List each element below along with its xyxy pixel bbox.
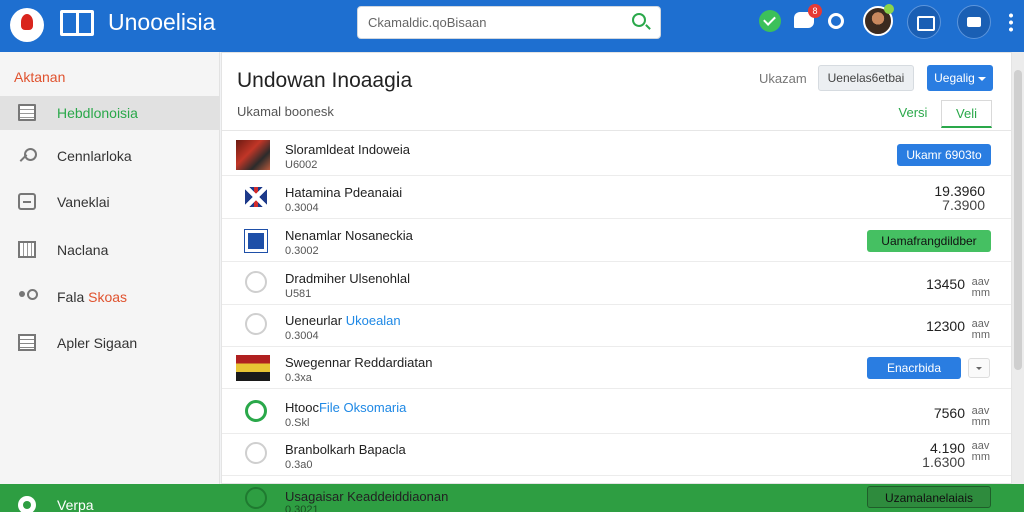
inbox-icon [18,193,36,210]
list-item[interactable]: Branbolkarh Bapacla 0.3a0 4.190 1.6300 a… [222,434,1011,476]
item-value-secondary: 7.3900 [942,197,985,213]
radio-button[interactable] [245,313,267,335]
list-item[interactable]: Swegennar Reddardiatan 0.3xa Enacrbida [222,347,1011,389]
tab-veli[interactable]: Veli [941,100,992,128]
document-icon [18,104,36,121]
row-action-button[interactable]: Uamafrangdildber [867,230,991,252]
sidebar-item-6[interactable]: Apler Sigaan [0,326,220,360]
sidebar-item-label: Vaneklai [57,194,110,210]
sidebar-item-3[interactable]: Vaneklai [0,185,220,219]
row-action-button[interactable]: Uzamalanelaiais [867,486,991,508]
list-item[interactable]: HtoocFile Oksomaria 0.Skl 7560 aav mm [222,392,1011,434]
row-action-button[interactable]: Enacrbida [867,357,961,379]
item-subtitle: 0.3004 [285,202,319,214]
thumbnail-image [236,140,270,170]
item-unit: aav mm [971,405,990,428]
item-subtitle: 0.3xa [285,372,312,384]
bottom-bar-label[interactable]: Verpa [57,497,94,512]
list-item[interactable]: Nenamlar Nosaneckia 0.3002 Uamafrangdild… [222,220,1011,262]
item-value: 13450 [926,276,965,292]
list-icon [18,334,36,351]
main-panel: Undowan Inoaagia Ukazam Uenelas6etbai Ue… [221,52,1012,484]
sidebar-item-5[interactable]: Fala Skoas [0,280,220,314]
item-value-secondary: 1.6300 [922,454,965,470]
scrollbar[interactable] [1012,52,1024,484]
item-unit: aav mm [971,318,990,341]
sidebar: Aktanan Hebdlonoisia Cennlarloka Vanekla… [0,52,220,484]
item-subtitle: U6002 [285,159,318,171]
search-icon[interactable] [632,13,646,27]
sidebar-item-label: Naclana [57,242,109,258]
item-subtitle: 0.3021 [285,504,319,512]
tab-versi[interactable]: Versi [893,100,933,128]
item-value: 12300 [926,318,965,334]
sidebar-item-1[interactable]: Hebdlonoisia [0,96,220,130]
radio-button[interactable] [245,442,267,464]
radio-button[interactable] [245,487,267,509]
app-title: Unooelisia [108,9,216,35]
radio-button-selected[interactable] [245,400,267,422]
online-badge [884,4,894,14]
secondary-button[interactable]: Uenelas6etbai [818,65,914,91]
sidebar-item-2[interactable]: Cennlarloka [0,139,220,173]
radio-button[interactable] [245,271,267,293]
item-title: Nenamlar Nosaneckia [285,228,413,243]
image-icon[interactable] [907,5,941,39]
notification-badge: 8 [808,4,822,18]
item-title: Ueneurlar Ukoealan [285,313,401,328]
sidebar-item-label: Hebdlonoisia [57,105,138,121]
primary-dropdown-button[interactable]: Uegalig [927,65,993,91]
item-title: Usagaisar Keaddeiddiaonan [285,489,449,504]
book-icon[interactable] [60,10,94,36]
item-subtitle: 0.3004 [285,330,319,342]
sort-label: Ukazam [759,71,807,86]
sidebar-heading: Aktanan [14,69,66,85]
item-subtitle: 0.Skl [285,417,310,429]
flag-icon [236,355,270,381]
item-subtitle: 0.3a0 [285,459,313,471]
row-action-button[interactable]: Ukamr 6903to [897,144,991,166]
chevron-down-icon [977,76,986,81]
flag-icon [245,187,267,207]
item-title: Sloramldeat Indoweia [285,142,411,157]
page-subtitle: Ukamal boonesk [237,104,334,119]
app-logo[interactable] [10,8,44,42]
item-subtitle: 0.3002 [285,245,319,257]
page-title: Undowan Inoaagia [237,69,413,92]
list-item[interactable]: Usagaisar Keaddeiddiaonan 0.3021 Uzamala… [222,484,1012,512]
sidebar-item-label: Apler Sigaan [57,335,138,351]
list-item[interactable]: Sloramldeat Indoweia U6002 Ukamr 6903to [222,134,1011,176]
list-item[interactable]: Ueneurlar Ukoealan 0.3004 12300 aav mm [222,305,1011,347]
chevron-down-icon[interactable] [968,358,990,378]
more-vertical-icon[interactable] [1009,12,1013,32]
item-subtitle: U581 [285,288,312,300]
book-icon [244,229,268,253]
settings-icon[interactable] [828,13,844,29]
list-item[interactable]: Dradmiher Ulsenohlal U581 13450 aav mm [222,263,1011,305]
item-unit: aav mm [971,276,990,299]
item-title: Branbolkarh Bapacla [285,442,406,457]
scroll-thumb[interactable] [1014,70,1022,370]
item-title: Hatamina Pdeanaiai [285,185,403,200]
item-title: Swegennar Reddardiatan [285,355,433,370]
sidebar-item-4[interactable]: Naclana [0,233,220,267]
list-item[interactable]: Hatamina Pdeanaiai 0.3004 19.3960 7.3900 [222,177,1011,219]
sidebar-item-label: Cennlarloka [57,148,132,164]
item-unit: aav mm [971,440,990,463]
check-icon[interactable] [759,10,781,32]
sidebar-item-label: Fala Skoas [57,289,128,305]
item-title: Dradmiher Ulsenohlal [285,271,410,286]
item-title: HtoocFile Oksomaria [285,400,407,415]
toolbox-icon[interactable] [957,5,991,39]
people-icon [18,288,38,305]
wrench-icon [18,147,37,164]
item-value: 7560 [933,405,965,421]
divider [222,130,1011,131]
search-input[interactable] [357,6,661,39]
calculator-icon [18,241,36,258]
